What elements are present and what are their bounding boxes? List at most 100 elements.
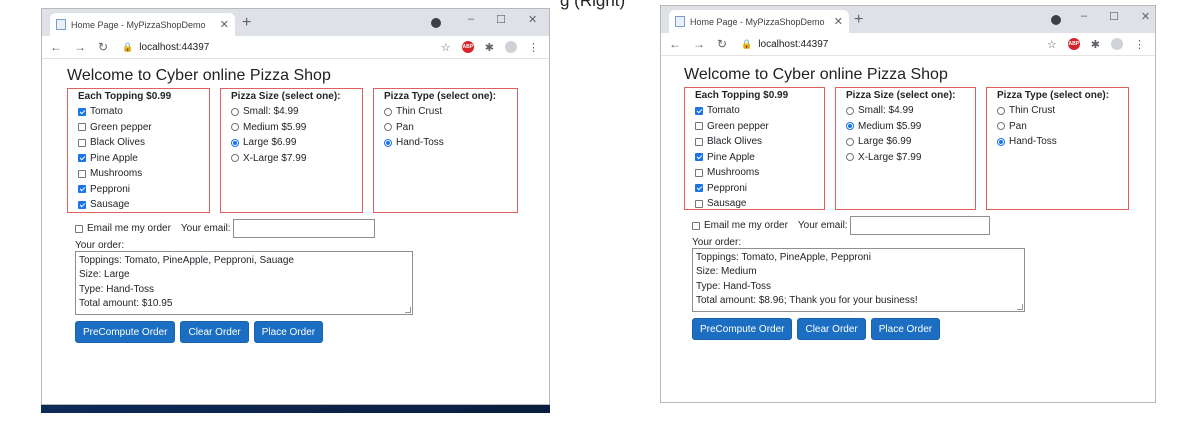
topping-option[interactable]: Pine Apple	[695, 150, 814, 166]
maximize-icon[interactable]: ☐	[1109, 10, 1119, 23]
clear-order-button[interactable]: Clear Order	[797, 318, 866, 340]
email-checkbox[interactable]	[692, 221, 700, 230]
minimize-icon[interactable]: –	[1081, 10, 1087, 23]
lock-icon[interactable]: 🔒	[122, 42, 133, 53]
radio-option[interactable]: Medium $5.99	[231, 120, 352, 136]
checkbox[interactable]	[695, 184, 703, 193]
order-textarea[interactable]: Toppings: Tomato, PineApple, Pepproni, S…	[75, 251, 413, 315]
extensions-icon[interactable]: ✱	[485, 41, 494, 54]
radio-option[interactable]: X-Large $7.99	[231, 151, 352, 167]
star-icon[interactable]: ☆	[1047, 38, 1057, 51]
radio-option[interactable]: Small: $4.99	[231, 104, 352, 120]
email-field[interactable]	[849, 216, 990, 235]
checkbox[interactable]	[695, 199, 703, 208]
radio-button[interactable]	[997, 106, 1005, 115]
checkbox[interactable]	[695, 122, 703, 131]
address-bar[interactable]: 🔒 localhost:44397	[741, 39, 828, 50]
topping-option[interactable]: Tomato	[78, 104, 199, 120]
checkbox[interactable]	[78, 154, 86, 163]
radio-button[interactable]	[846, 137, 854, 146]
forward-icon[interactable]: →	[74, 40, 86, 54]
radio-button[interactable]	[231, 138, 239, 147]
checkbox[interactable]	[695, 153, 703, 162]
browser-tab[interactable]: Home Page - MyPizzaShopDemo ✕	[50, 13, 235, 36]
adblock-icon[interactable]: ABP	[461, 41, 474, 53]
radio-button[interactable]	[997, 122, 1005, 131]
topping-option[interactable]: Pepproni	[78, 182, 199, 198]
radio-button[interactable]	[231, 154, 239, 163]
topping-option[interactable]: Tomato	[695, 103, 814, 119]
radio-option[interactable]: Large $6.99	[846, 134, 965, 150]
radio-option[interactable]: Hand-Toss	[997, 134, 1118, 150]
radio-option[interactable]: Hand-Toss	[384, 135, 507, 151]
radio-option[interactable]: X-Large $7.99	[846, 150, 965, 166]
plus-icon[interactable]: +	[854, 10, 863, 30]
radio-option[interactable]: Pan	[384, 120, 507, 136]
maximize-icon[interactable]: ☐	[496, 13, 506, 26]
checkbox[interactable]	[78, 138, 86, 147]
radio-option[interactable]: Medium $5.99	[846, 119, 965, 135]
chevron-down-icon[interactable]	[431, 18, 441, 28]
radio-button[interactable]	[384, 123, 392, 132]
topping-option[interactable]: Black Olives	[695, 134, 814, 150]
checkbox[interactable]	[695, 106, 703, 115]
radio-option[interactable]: Thin Crust	[384, 104, 507, 120]
resize-grip-icon[interactable]	[405, 307, 411, 313]
chevron-down-icon[interactable]	[1051, 15, 1061, 25]
clear-order-button[interactable]: Clear Order	[180, 321, 249, 343]
back-icon[interactable]: ←	[669, 37, 681, 51]
address-bar[interactable]: 🔒 localhost:44397	[122, 42, 209, 53]
checkbox[interactable]	[695, 168, 703, 177]
reload-icon[interactable]: ↻	[717, 37, 727, 51]
radio-button[interactable]	[997, 137, 1005, 146]
radio-button[interactable]	[846, 122, 854, 131]
radio-option[interactable]: Thin Crust	[997, 103, 1118, 119]
star-icon[interactable]: ☆	[441, 41, 451, 54]
plus-icon[interactable]: +	[242, 13, 251, 33]
topping-option[interactable]: Green pepper	[78, 120, 199, 136]
checkbox[interactable]	[695, 137, 703, 146]
minimize-icon[interactable]: –	[468, 13, 474, 26]
radio-option[interactable]: Pan	[997, 119, 1118, 135]
checkbox[interactable]	[78, 185, 86, 194]
profile-icon[interactable]	[1111, 38, 1123, 50]
more-icon[interactable]: ⋮	[1134, 38, 1145, 51]
extensions-icon[interactable]: ✱	[1091, 38, 1100, 51]
topping-option[interactable]: Pepproni	[695, 181, 814, 197]
precompute-order-button[interactable]: PreCompute Order	[692, 318, 793, 340]
radio-button[interactable]	[231, 123, 239, 132]
close-icon[interactable]: ✕	[220, 18, 229, 31]
close-icon[interactable]: ✕	[1141, 10, 1150, 23]
topping-option[interactable]: Sausage	[695, 196, 814, 212]
forward-icon[interactable]: →	[693, 37, 705, 51]
close-icon[interactable]: ✕	[834, 15, 843, 28]
radio-option[interactable]: Large $6.99	[231, 135, 352, 151]
lock-icon[interactable]: 🔒	[741, 39, 752, 50]
radio-button[interactable]	[384, 107, 392, 116]
email-field[interactable]	[232, 219, 375, 238]
precompute-order-button[interactable]: PreCompute Order	[75, 321, 176, 343]
topping-option[interactable]: Green pepper	[695, 119, 814, 135]
order-textarea[interactable]: Toppings: Tomato, PineApple, Pepproni Si…	[692, 248, 1025, 312]
resize-grip-icon[interactable]	[1017, 304, 1023, 310]
radio-button[interactable]	[231, 107, 239, 116]
checkbox[interactable]	[78, 107, 86, 116]
topping-option[interactable]: Pine Apple	[78, 151, 199, 167]
profile-icon[interactable]	[505, 41, 517, 53]
topping-option[interactable]: Sausage	[78, 197, 199, 213]
checkbox[interactable]	[78, 169, 86, 178]
close-icon[interactable]: ✕	[528, 13, 537, 26]
checkbox[interactable]	[78, 200, 86, 209]
email-checkbox[interactable]	[75, 224, 83, 233]
radio-button[interactable]	[846, 153, 854, 162]
checkbox[interactable]	[78, 123, 86, 132]
radio-button[interactable]	[846, 106, 854, 115]
more-icon[interactable]: ⋮	[528, 41, 539, 54]
radio-option[interactable]: Small: $4.99	[846, 103, 965, 119]
topping-option[interactable]: Mushrooms	[695, 165, 814, 181]
radio-button[interactable]	[384, 138, 392, 147]
place-order-button[interactable]: Place Order	[870, 318, 941, 340]
back-icon[interactable]: ←	[50, 40, 62, 54]
place-order-button[interactable]: Place Order	[253, 321, 324, 343]
adblock-icon[interactable]: ABP	[1067, 38, 1080, 50]
